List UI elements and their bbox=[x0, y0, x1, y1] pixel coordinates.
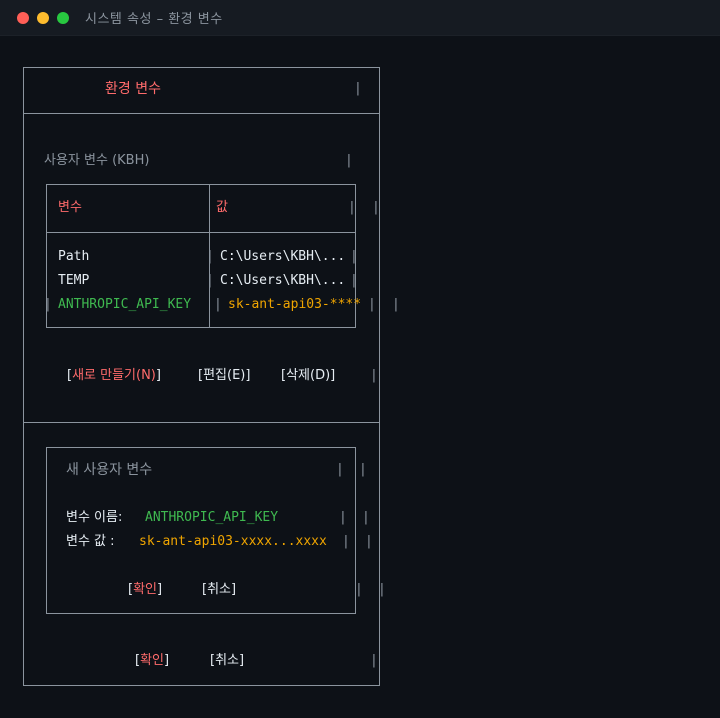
column-header-value: 값 bbox=[216, 200, 228, 215]
frame-header-divider bbox=[23, 113, 380, 114]
new-variable-button[interactable]: [새로 만들기(N)] bbox=[67, 368, 161, 384]
frame-decor: | bbox=[359, 462, 367, 477]
variable-name: TEMP bbox=[58, 273, 90, 288]
table-row[interactable]: Path C:\Users\KBH\... bbox=[48, 247, 354, 267]
table-decor: | bbox=[392, 297, 400, 312]
frame-decor: | bbox=[345, 153, 353, 168]
table-decor: | bbox=[206, 273, 214, 288]
column-header-variable: 변수 bbox=[58, 200, 82, 215]
variable-value: C:\Users\KBH\... bbox=[220, 249, 346, 264]
dialog-decor: | bbox=[336, 462, 344, 477]
table-decor: | bbox=[348, 200, 356, 215]
table-decor: | bbox=[368, 297, 376, 312]
page-title: 환경 변수 bbox=[105, 81, 161, 97]
frame-decor: | bbox=[365, 534, 373, 549]
frame-decor: | bbox=[362, 510, 370, 525]
table-decor: | bbox=[44, 297, 52, 312]
table-decor: | bbox=[350, 249, 358, 264]
frame-decor: | bbox=[378, 582, 386, 597]
frame-decor: | bbox=[370, 368, 378, 383]
table-row-selected[interactable]: ANTHROPIC_API_KEY sk-ant-api03-**** bbox=[48, 295, 378, 315]
dialog-decor: | bbox=[339, 510, 347, 525]
table-decor: | bbox=[214, 297, 222, 312]
cancel-button[interactable]: [취소] bbox=[210, 653, 244, 669]
frame-decor: | bbox=[370, 653, 378, 668]
ok-button[interactable]: [확인] bbox=[135, 653, 169, 669]
frame-decor: | bbox=[354, 81, 362, 96]
dialog-title: 새 사용자 변수 bbox=[66, 462, 153, 478]
minimize-window-button[interactable] bbox=[37, 12, 49, 24]
table-row[interactable]: TEMP C:\Users\KBH\... bbox=[48, 271, 354, 291]
variable-name-label: 변수 이름: bbox=[66, 510, 123, 525]
variable-name: ANTHROPIC_API_KEY bbox=[58, 297, 192, 312]
table-header-divider bbox=[46, 232, 356, 233]
variable-value-field[interactable]: sk-ant-api03-xxxx...xxxx bbox=[139, 534, 327, 550]
dialog-decor: | bbox=[355, 582, 363, 597]
variable-value-label: 변수 값 : bbox=[66, 534, 115, 549]
dialog-decor: | bbox=[342, 534, 350, 549]
frame-decor: | bbox=[372, 200, 380, 215]
table-decor: | bbox=[206, 249, 214, 264]
variable-value: sk-ant-api03-**** bbox=[228, 297, 362, 312]
window-titlebar: 시스템 속성 – 환경 변수 bbox=[0, 0, 720, 36]
variable-name-field[interactable]: ANTHROPIC_API_KEY bbox=[145, 510, 278, 526]
table-decor: | bbox=[350, 273, 358, 288]
maximize-window-button[interactable] bbox=[57, 12, 69, 24]
variable-name: Path bbox=[58, 249, 90, 264]
user-variables-label: 사용자 변수 (KBH) bbox=[44, 153, 150, 168]
close-window-button[interactable] bbox=[17, 12, 29, 24]
dialog-ok-button[interactable]: [확인] bbox=[128, 582, 162, 598]
frame-section-divider bbox=[23, 422, 380, 423]
dialog-cancel-button[interactable]: [취소] bbox=[202, 582, 236, 598]
variable-value: C:\Users\KBH\... bbox=[220, 273, 346, 288]
edit-variable-button[interactable]: [편집(E)] bbox=[198, 368, 250, 384]
window-title: 시스템 속성 – 환경 변수 bbox=[85, 12, 223, 27]
delete-variable-button[interactable]: [삭제(D)] bbox=[281, 368, 335, 384]
